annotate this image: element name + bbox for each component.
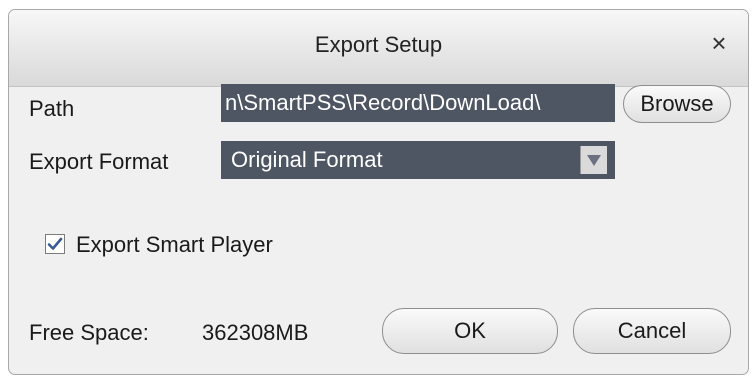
export-smart-player-label[interactable]: Export Smart Player — [76, 232, 273, 258]
cancel-button[interactable]: Cancel — [573, 308, 731, 354]
close-icon[interactable]: × — [706, 28, 732, 58]
path-value: n\SmartPSS\Record\DownLoad\ — [225, 90, 541, 115]
browse-button[interactable]: Browse — [623, 85, 731, 123]
export-format-value: Original Format — [231, 147, 383, 172]
free-space-label: Free Space: — [29, 320, 149, 345]
free-space-value: 362308MB — [202, 320, 309, 345]
title-bar[interactable]: Export Setup × — [9, 10, 748, 87]
checkmark-icon — [47, 237, 63, 250]
dialog-title: Export Setup — [314, 32, 443, 57]
chevron-down-icon[interactable] — [580, 146, 607, 174]
path-label: Path — [29, 96, 75, 121]
export-format-label: Export Format — [29, 149, 169, 174]
export-smart-player-checkbox[interactable] — [45, 234, 65, 254]
export-format-select[interactable]: Original Format — [221, 141, 615, 179]
ok-button[interactable]: OK — [382, 308, 558, 354]
path-field[interactable]: n\SmartPSS\Record\DownLoad\ — [221, 84, 615, 122]
